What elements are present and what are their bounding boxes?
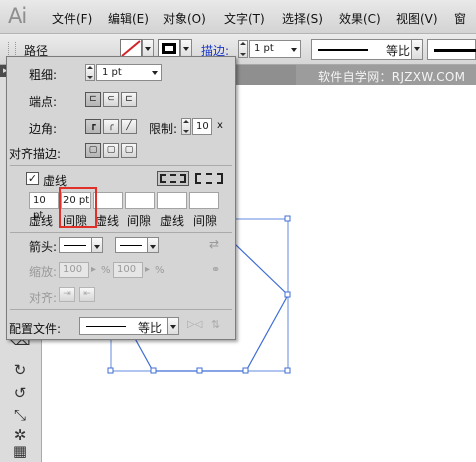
limit-field[interactable]: 10 (192, 118, 212, 135)
align-center-icon[interactable]: ▢ (85, 143, 101, 158)
butt-cap-icon[interactable]: ⊏ (85, 92, 101, 107)
weight-label: 粗细: (29, 68, 58, 82)
dash-2-label: 虚线 (95, 214, 120, 228)
handle-bottom-mid (196, 367, 203, 374)
profile-dropdown[interactable] (167, 317, 179, 335)
stroke-color-icon (162, 43, 176, 54)
start-arrowhead-dropdown[interactable] (91, 237, 103, 253)
handle-top-right (284, 215, 291, 222)
menu-window[interactable]: 窗 (454, 10, 466, 27)
start-scale-field[interactable]: 100 (59, 262, 89, 278)
free-transform-tool-icon[interactable]: ⤡ (10, 405, 30, 425)
dash-2-field[interactable] (93, 192, 123, 209)
dash-1-field[interactable]: 10 pt (29, 192, 59, 221)
brush-line-preview (434, 49, 476, 52)
anchor-bottom-2 (150, 367, 157, 374)
gap-2-field[interactable] (125, 192, 155, 209)
anchor-bottom-3 (242, 367, 249, 374)
menu-object[interactable]: 对象(O) (163, 10, 206, 27)
limit-unit: x (217, 120, 223, 131)
stroke-weight-field[interactable]: 1 pt (249, 40, 301, 58)
align-stroke-label: 对齐描边: (9, 147, 62, 161)
limit-label: 限制: (149, 122, 178, 136)
graph-tool-icon[interactable]: ▦ (10, 441, 30, 461)
dash-1-label: 虚线 (29, 214, 54, 228)
round-cap-icon[interactable]: ⊂ (103, 92, 119, 107)
menu-file[interactable]: 文件(F) (52, 10, 92, 27)
gap-3-field[interactable] (189, 192, 219, 209)
handle-bottom-left (107, 367, 114, 374)
app-logo: Ai (8, 4, 27, 28)
menu-select[interactable]: 选择(S) (282, 10, 323, 27)
menu-edit[interactable]: 编辑(E) (108, 10, 149, 27)
divider (10, 165, 232, 166)
weight-field[interactable]: 1 pt (96, 64, 162, 81)
menu-bar: Ai 文件(F) 编辑(E) 对象(O) 文字(T) 选择(S) 效果(C) 视… (0, 0, 476, 34)
start-scale-arrow-icon[interactable]: ▸ (91, 264, 96, 275)
arrowheads-label: 箭头: (29, 240, 58, 254)
end-arrowhead-dropdown[interactable] (147, 237, 159, 253)
divider (10, 309, 232, 310)
profile-select[interactable]: 等比 (79, 317, 175, 335)
miter-join-icon[interactable]: ┏ (85, 119, 101, 134)
arrow-inside-icon[interactable]: ⇤ (79, 287, 95, 302)
end-scale-percent: % (155, 265, 165, 276)
link-scale-icon[interactable]: ⚭ (211, 263, 220, 276)
flip-along-icon[interactable]: ▷◁ (187, 319, 202, 330)
preserve-dash-icon[interactable] (157, 171, 189, 186)
stroke-weight-stepper[interactable] (238, 40, 248, 58)
stroke-line-preview (318, 49, 368, 51)
align-arrow-label: 对齐: (29, 291, 58, 305)
variable-width-profile[interactable]: 等比 (311, 39, 419, 60)
brush-definition[interactable] (427, 39, 476, 60)
round-join-icon[interactable]: ╭ (103, 119, 119, 134)
align-outside-icon[interactable]: ▢ (121, 143, 137, 158)
end-scale-field[interactable]: 100 (113, 262, 143, 278)
bevel-join-icon[interactable]: ╱ (121, 119, 137, 134)
dash-3-label: 虚线 (160, 214, 185, 228)
menu-type[interactable]: 文字(T) (224, 10, 265, 27)
limit-stepper[interactable] (181, 118, 191, 135)
divider (10, 232, 232, 233)
scale-label: 缩放: (29, 265, 58, 279)
start-scale-percent: % (101, 265, 111, 276)
align-inside-icon[interactable]: ▢ (103, 143, 119, 158)
watermark-text: 软件自学网：RJZXW.COM (318, 70, 466, 84)
dash-3-field[interactable] (157, 192, 187, 209)
handle-bottom-right (284, 367, 291, 374)
gap-2-label: 间隙 (127, 214, 152, 228)
none-swatch-icon (121, 40, 141, 57)
corner-label: 边角: (29, 122, 58, 136)
align-dash-corners-icon[interactable] (193, 171, 225, 186)
stroke-panel: 粗细: 1 pt 端点: ⊏ ⊂ ⊏ 边角: ┏ ╭ ╱ 限制: 10 x 对齐… (6, 56, 236, 340)
cap-label: 端点: (29, 95, 58, 109)
rotate-tool-icon[interactable]: ↻ (10, 360, 30, 380)
grip-handle[interactable] (8, 42, 16, 57)
projecting-cap-icon[interactable]: ⊏ (121, 92, 137, 107)
end-scale-arrow-icon[interactable]: ▸ (145, 264, 150, 275)
weight-stepper[interactable] (85, 64, 95, 81)
gap-3-label: 间隙 (193, 214, 218, 228)
chevron-down-icon (291, 48, 297, 52)
swap-arrowheads-icon[interactable]: ⇄ (209, 237, 219, 251)
flip-across-icon[interactable]: ⇅ (211, 318, 220, 331)
chevron-down-icon (152, 71, 158, 75)
handle-mid-right (284, 291, 291, 298)
menu-view[interactable]: 视图(V) (396, 10, 438, 27)
profile-label: 配置文件: (9, 322, 62, 336)
menu-effect[interactable]: 效果(C) (339, 10, 381, 27)
gap-highlight-box (59, 187, 97, 228)
profile-dropdown[interactable] (411, 39, 423, 60)
arrow-extend-icon[interactable]: ⇥ (59, 287, 75, 302)
warp-tool-icon[interactable]: ↺ (10, 383, 30, 403)
dashed-line-checkbox[interactable]: ✓ (26, 172, 39, 185)
